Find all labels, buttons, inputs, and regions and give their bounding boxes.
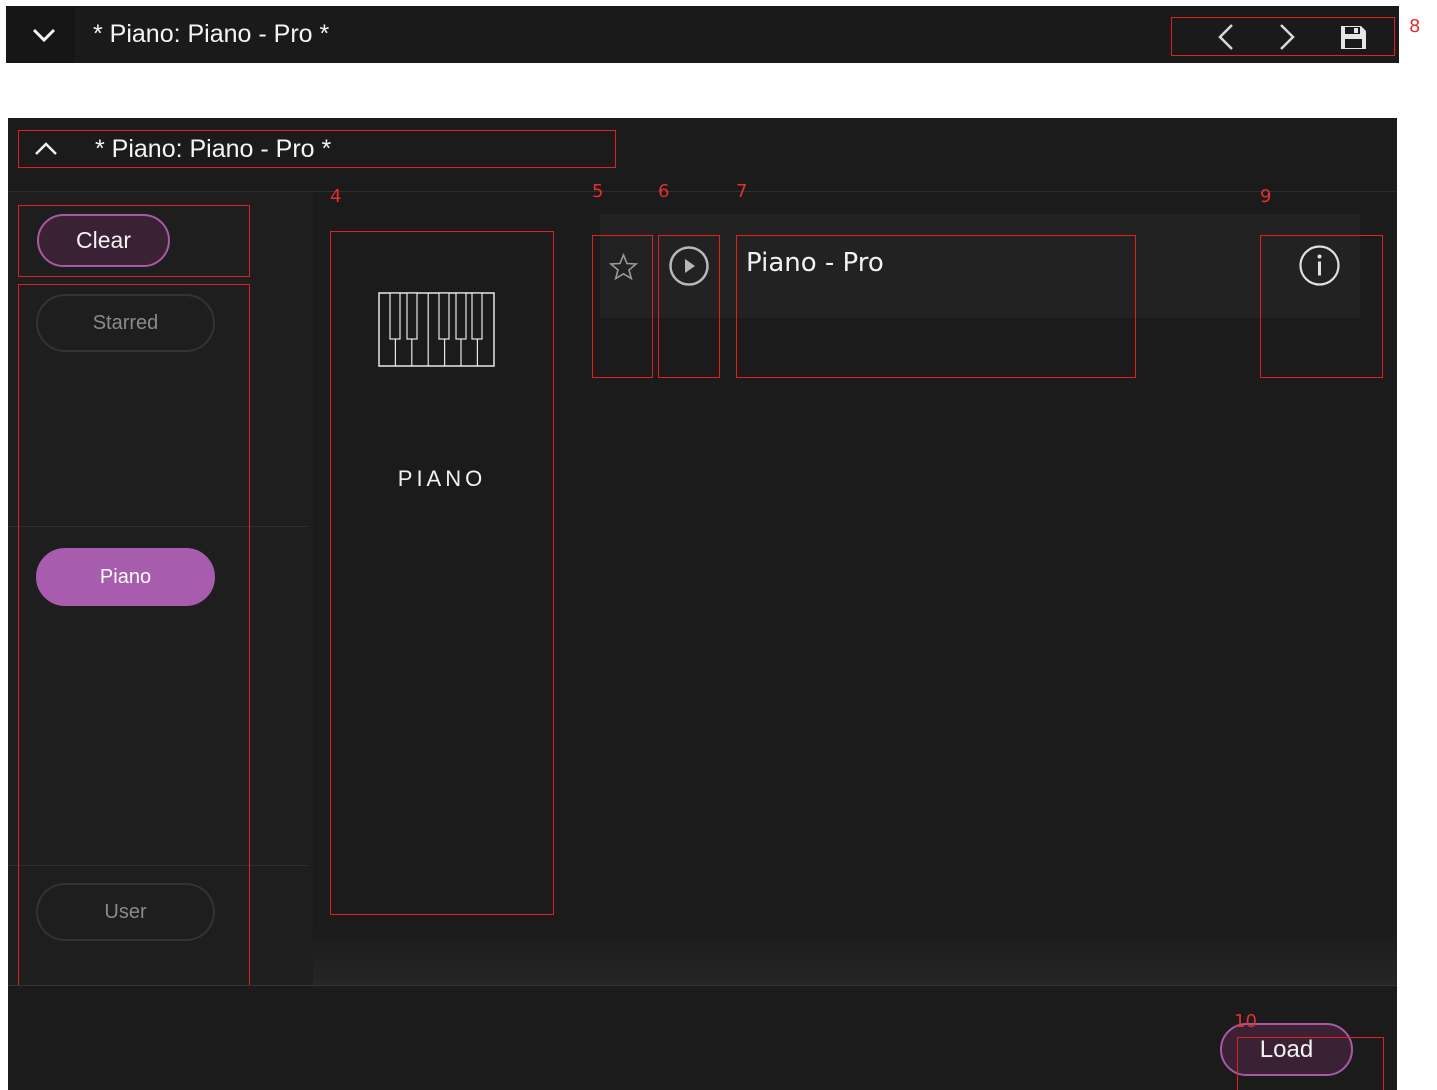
annotation-label-5: 5 bbox=[592, 181, 604, 202]
piano-keys-icon bbox=[378, 292, 495, 367]
previous-preset-button[interactable] bbox=[1216, 23, 1236, 51]
filter-user[interactable]: User bbox=[36, 883, 215, 941]
info-icon[interactable] bbox=[1298, 244, 1341, 287]
chevron-down-icon bbox=[32, 28, 56, 43]
annotation-label-10: 10 bbox=[1234, 1011, 1257, 1032]
filter-list-region bbox=[18, 284, 250, 987]
next-preset-button[interactable] bbox=[1277, 23, 1297, 51]
filter-starred[interactable]: Starred bbox=[36, 294, 215, 352]
panel-header[interactable]: * Piano: Piano - Pro * bbox=[18, 130, 616, 168]
annotation-label-4: 4 bbox=[330, 186, 342, 207]
play-icon[interactable] bbox=[668, 245, 710, 287]
clear-button[interactable]: Clear bbox=[37, 214, 170, 267]
filter-piano[interactable]: Piano bbox=[36, 548, 215, 606]
footer-bar bbox=[8, 986, 1397, 1090]
load-region bbox=[1237, 1037, 1384, 1090]
preset-nav-group bbox=[1171, 17, 1395, 56]
annotation-label-7: 7 bbox=[736, 181, 748, 202]
chevron-up-icon[interactable] bbox=[33, 140, 59, 158]
category-label: PIANO bbox=[397, 466, 487, 491]
annotation-label-6: 6 bbox=[658, 181, 670, 202]
annotation-label-8: 8 bbox=[1409, 16, 1421, 37]
star-icon[interactable] bbox=[609, 253, 638, 280]
preset-name[interactable]: Piano - Pro bbox=[746, 248, 884, 278]
preset-title: * Piano: Piano - Pro * bbox=[93, 20, 330, 48]
panel-header-title: * Piano: Piano - Pro * bbox=[95, 135, 332, 163]
annotation-label-9: 9 bbox=[1260, 186, 1272, 207]
expand-toggle[interactable] bbox=[6, 6, 75, 63]
save-icon[interactable] bbox=[1340, 25, 1367, 50]
top-bar: * Piano: Piano - Pro * bbox=[6, 6, 1399, 63]
list-bottom-fade bbox=[313, 930, 1397, 985]
